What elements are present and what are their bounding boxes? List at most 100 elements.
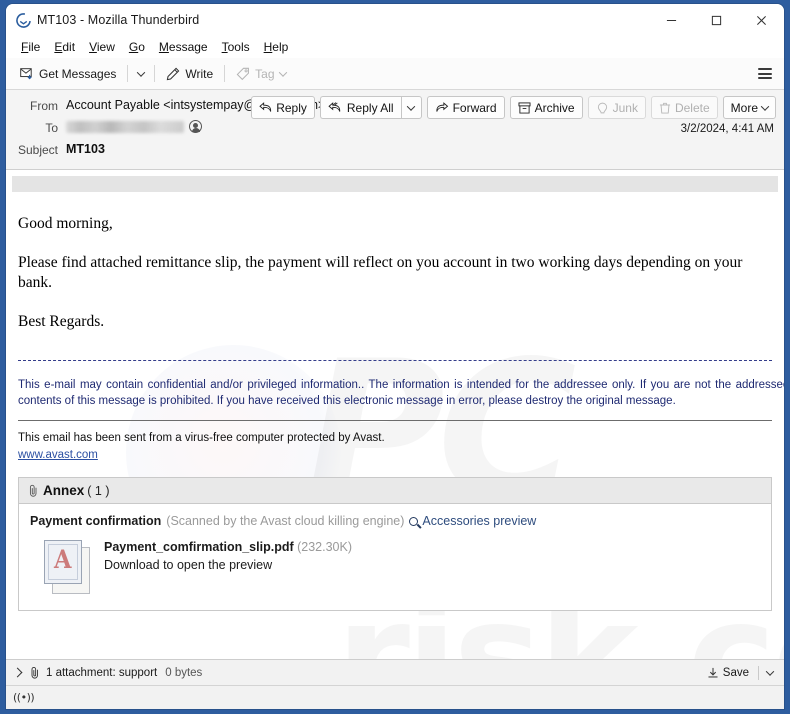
desktop-background: MT103 - Mozilla Thunderbird File Edit Vi… bbox=[0, 0, 790, 714]
save-dropdown[interactable] bbox=[762, 665, 778, 681]
forward-button[interactable]: Forward bbox=[426, 96, 505, 119]
junk-label: Junk bbox=[612, 100, 638, 115]
attachment-file-row[interactable]: A Payment_comfirmation_slip.pdf (232.30K… bbox=[30, 538, 760, 596]
accessories-preview-label: Accessories preview bbox=[422, 514, 537, 529]
message-body-scroll[interactable]: PC risk.com Good morning, Please find at… bbox=[6, 170, 784, 659]
attachment-panel-title: Annex bbox=[43, 483, 85, 499]
attachment-file-name-row: Payment_comfirmation_slip.pdf (232.30K) bbox=[104, 540, 352, 554]
toolbar-separator-2 bbox=[154, 65, 156, 82]
maximize-button[interactable] bbox=[694, 4, 739, 36]
attachment-bar: 1 attachment: support 0 bytes Save bbox=[6, 659, 784, 685]
attachment-bar-size: 0 bytes bbox=[165, 666, 203, 679]
pdf-file-icon: A bbox=[42, 538, 94, 596]
menu-edit-rest: dit bbox=[62, 40, 76, 54]
attachment-bar-paperclip-icon bbox=[30, 666, 40, 679]
title-bar: MT103 - Mozilla Thunderbird bbox=[6, 4, 784, 36]
to-label: To bbox=[45, 121, 58, 135]
message-date: 3/2/2024, 4:41 AM bbox=[680, 123, 774, 135]
menu-message-accel: M bbox=[158, 40, 169, 54]
attachment-item-title: Payment confirmation bbox=[30, 514, 162, 529]
write-label: Write bbox=[185, 66, 214, 81]
attachment-panel-count: ( 1 ) bbox=[87, 483, 110, 498]
reply-all-icon bbox=[328, 102, 343, 113]
reply-all-dropdown[interactable] bbox=[400, 96, 422, 119]
toolbar-separator-1 bbox=[127, 65, 129, 82]
main-toolbar: Get Messages Write Tag bbox=[6, 58, 784, 90]
attachment-panel: Annex ( 1 ) Payment confirmation (Scanne… bbox=[18, 477, 772, 612]
reply-all-group: Reply All bbox=[319, 96, 422, 119]
attachment-file-meta: Payment_comfirmation_slip.pdf (232.30K) … bbox=[104, 538, 352, 572]
more-caret-icon bbox=[760, 101, 770, 111]
tag-label: Tag bbox=[255, 66, 275, 81]
app-menu-icon[interactable] bbox=[758, 68, 772, 79]
menu-file-rest: ile bbox=[28, 40, 41, 54]
tag-button[interactable]: Tag bbox=[230, 64, 291, 84]
avast-note: This email has been sent from a virus-fr… bbox=[18, 431, 385, 444]
legal-disclaimer: This e-mail may contain confidential and… bbox=[18, 378, 784, 408]
message-paragraph: Please find attached remittance slip, th… bbox=[18, 254, 743, 291]
menu-go-accel: G bbox=[128, 40, 139, 54]
message-header-pane: From Account Payable <intsystempay@mp7t8… bbox=[6, 90, 784, 170]
reply-button[interactable]: Reply bbox=[251, 96, 315, 119]
remote-content-bar bbox=[12, 176, 778, 192]
download-icon bbox=[707, 667, 719, 679]
avast-link[interactable]: www.avast.com bbox=[18, 447, 98, 464]
attachment-panel-body: Payment confirmation (Scanned by the Ava… bbox=[19, 504, 771, 610]
more-button[interactable]: More bbox=[722, 96, 776, 119]
delete-button[interactable]: Delete bbox=[650, 96, 718, 119]
save-attachment-button[interactable]: Save bbox=[701, 665, 755, 681]
message-body: Good morning, Please find attached remit… bbox=[6, 176, 784, 612]
menu-view-accel: V bbox=[89, 40, 97, 54]
close-button[interactable] bbox=[739, 4, 784, 36]
magnifier-icon bbox=[409, 516, 419, 526]
tag-dropdown-caret[interactable] bbox=[278, 67, 287, 77]
thunderbird-window: MT103 - Mozilla Thunderbird File Edit Vi… bbox=[6, 4, 784, 709]
connection-status-icon[interactable]: ((•)) bbox=[13, 691, 35, 704]
write-button[interactable]: Write bbox=[160, 64, 219, 84]
message-actions: Reply Reply All Forward Archive Junk Del… bbox=[246, 96, 776, 119]
status-bar: ((•)) bbox=[6, 685, 784, 709]
window-title: MT103 - Mozilla Thunderbird bbox=[37, 13, 200, 27]
attachment-download-prompt[interactable]: Download to open the preview bbox=[104, 558, 352, 572]
attachment-panel-header[interactable]: Annex ( 1 ) bbox=[19, 478, 771, 505]
minimize-button[interactable] bbox=[649, 4, 694, 36]
menu-message-rest: essage bbox=[168, 40, 208, 54]
menu-help-rest: elp bbox=[272, 40, 289, 54]
forward-label: Forward bbox=[452, 100, 497, 115]
to-contact-icon[interactable] bbox=[189, 120, 202, 133]
archive-icon bbox=[518, 101, 531, 114]
delete-label: Delete bbox=[674, 100, 710, 115]
menu-tools[interactable]: Tools bbox=[215, 38, 257, 56]
avast-footer: This email has been sent from a virus-fr… bbox=[6, 430, 784, 465]
archive-button[interactable]: Archive bbox=[509, 96, 583, 119]
attachment-scan-note: (Scanned by the Avast cloud killing engi… bbox=[166, 514, 405, 529]
toolbar-separator-3 bbox=[224, 65, 226, 82]
get-messages-dropdown[interactable] bbox=[133, 67, 149, 80]
tag-icon bbox=[236, 67, 250, 81]
get-messages-icon bbox=[20, 67, 34, 80]
attachment-file-size: (232.30K) bbox=[297, 540, 353, 555]
to-row: To bbox=[14, 118, 776, 139]
from-label: From bbox=[30, 99, 58, 113]
to-value bbox=[66, 118, 776, 133]
junk-button[interactable]: Junk bbox=[587, 96, 646, 119]
accessories-preview-link[interactable]: Accessories preview bbox=[409, 514, 536, 528]
menu-file[interactable]: File bbox=[14, 38, 47, 56]
get-messages-button[interactable]: Get Messages bbox=[14, 64, 122, 84]
chevron-right-icon[interactable] bbox=[12, 667, 23, 678]
reply-label: Reply bbox=[276, 100, 307, 115]
menu-edit[interactable]: Edit bbox=[47, 38, 82, 56]
menu-go[interactable]: Go bbox=[122, 38, 152, 56]
subject-row: Subject MT103 bbox=[14, 140, 776, 161]
junk-icon bbox=[596, 102, 609, 114]
to-address-redacted[interactable] bbox=[66, 120, 184, 133]
archive-label: Archive bbox=[534, 100, 575, 115]
menu-message[interactable]: Message bbox=[152, 38, 215, 56]
thunderbird-icon bbox=[15, 12, 31, 28]
menu-view[interactable]: View bbox=[82, 38, 122, 56]
reply-all-button[interactable]: Reply All bbox=[319, 96, 401, 119]
menu-view-rest: iew bbox=[96, 40, 115, 54]
menu-help[interactable]: Help bbox=[257, 38, 296, 56]
menu-bar: File Edit View Go Message Tools Help bbox=[6, 36, 784, 58]
save-separator bbox=[758, 665, 759, 680]
